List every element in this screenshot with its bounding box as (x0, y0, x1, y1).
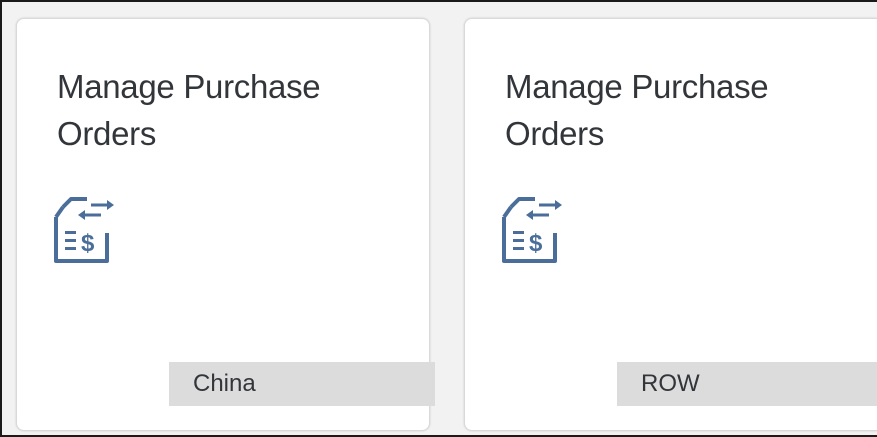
tile-manage-purchase-orders-china[interactable]: Manage Purchase Orders $ China (16, 18, 435, 431)
tile-footer-label: China (169, 362, 435, 406)
svg-text:$: $ (81, 230, 95, 257)
svg-text:$: $ (529, 230, 543, 257)
purchase-order-icon: $ (501, 195, 567, 267)
purchase-order-icon: $ (53, 195, 119, 267)
tile-manage-purchase-orders-row[interactable]: Manage Purchase Orders $ ROW (464, 18, 877, 431)
tile-title: Manage Purchase Orders (505, 68, 769, 152)
tile-footer-label: ROW (617, 362, 877, 406)
launchpad-frame: Manage Purchase Orders $ China Manage Pu… (0, 0, 877, 437)
tile-title: Manage Purchase Orders (57, 68, 321, 152)
